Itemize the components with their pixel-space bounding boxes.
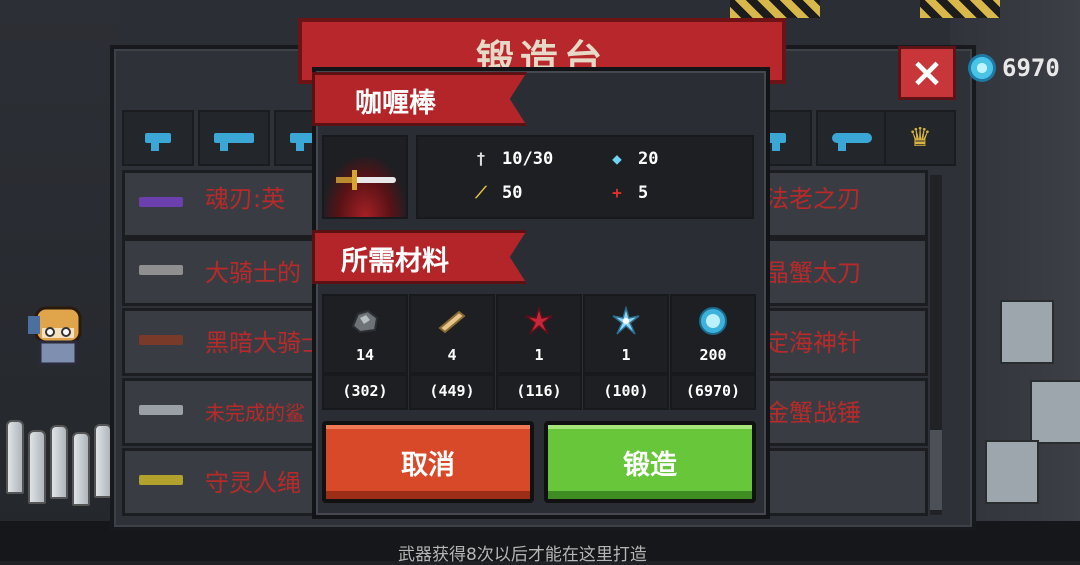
weapon-name: 晶蟹太刀 [765,259,861,287]
weapon-name-ribbon: 咖喱棒 [312,72,527,126]
iron-ore-icon [351,309,379,334]
material-slot: 200 (6970) [670,294,756,410]
material-owned: (100) [583,374,669,410]
forge-button[interactable]: 锻造 [544,421,756,503]
material-slot: 1 (116) [496,294,582,410]
weapon-name: 大骑士的 [205,259,301,287]
feather-icon: ⟋ [475,183,487,202]
material-required: 4 [447,346,457,364]
weapon-stats: † 10/30 ◆ 20 ⟋ 50 + 5 [416,135,754,219]
red-crystal-icon [525,306,553,335]
weapon-icon [139,405,183,415]
rifle-icon [214,133,254,151]
cancel-label: 取消 [401,449,455,481]
tab-rifle[interactable] [198,110,270,166]
tab-crown[interactable]: ♛ [884,110,956,166]
weapon-preview [322,135,408,219]
gem-counter: 6970 [968,54,1060,82]
material-slot: 14 (302) [322,294,408,410]
gem-icon [699,307,727,335]
weapon-icon [139,335,183,345]
sword-icon [336,177,396,183]
stat-crit: ⟋ 50 [472,183,522,203]
fish-weapon-icon [832,133,872,151]
gas-tank [72,432,90,506]
weapon-name: 未完成的鲨 [205,401,305,425]
material-slot: 1 (100) [583,294,669,410]
material-required: 14 [355,346,375,364]
forge-label: 锻造 [623,449,677,481]
wood-plank-icon [438,310,466,334]
weapon-icon [139,197,183,207]
weapon-name-title: 咖喱棒 [355,88,436,119]
server-rack [985,440,1039,504]
crosshair-icon: + [612,183,622,202]
tab-fish[interactable] [816,110,888,166]
weapon-name: 魂刃:英 [205,185,286,213]
tab-pistol[interactable] [122,110,194,166]
cancel-button[interactable]: 取消 [322,421,534,503]
close-button[interactable]: × [898,46,956,100]
weapon-name: 守灵人绳 [205,469,301,497]
scroll-thumb[interactable] [930,430,942,510]
material-required: 1 [621,346,631,364]
sword-stat-icon: † [476,149,486,168]
material-required: 200 [699,346,727,364]
material-owned: (6970) [670,374,756,410]
crown-icon: ♛ [908,123,932,153]
material-owned: (116) [496,374,582,410]
gem-count: 6970 [1002,54,1060,82]
stat-damage: † 10/30 [472,149,553,169]
materials-ribbon: 所需材料 [312,230,527,284]
material-owned: (302) [322,374,408,410]
server-rack [1000,300,1054,364]
gas-tank [6,420,24,494]
material-required: 1 [534,346,544,364]
diamond-icon: ◆ [612,149,622,168]
gas-tank [50,425,68,499]
close-icon: × [910,50,944,96]
hazard-stripe [730,0,820,18]
weapon-name: 黑暗大骑士 [205,329,325,357]
weapon-icon [139,265,183,275]
weapon-name: 定海神针 [765,329,861,357]
list-scrollbar[interactable] [930,175,942,515]
server-rack [1030,380,1080,444]
stat-energy: ◆ 20 [608,149,658,169]
weapon-icon [139,475,183,485]
hazard-stripe [920,0,1000,18]
weapon-name: 法老之刃 [765,185,861,213]
stat-accuracy: + 5 [608,183,648,203]
blacksmith-npc-icon [28,306,82,366]
material-owned: (449) [409,374,495,410]
weapon-name: 金蟹战锤 [765,399,861,427]
gem-icon [968,54,996,82]
ice-crystal-icon [612,306,640,335]
footer-note: 武器获得8次以后才能在这里打造 [398,545,647,565]
materials-title: 所需材料 [341,246,449,277]
gas-tank [28,430,46,504]
pistol-icon [145,133,171,151]
material-slot: 4 (449) [409,294,495,410]
